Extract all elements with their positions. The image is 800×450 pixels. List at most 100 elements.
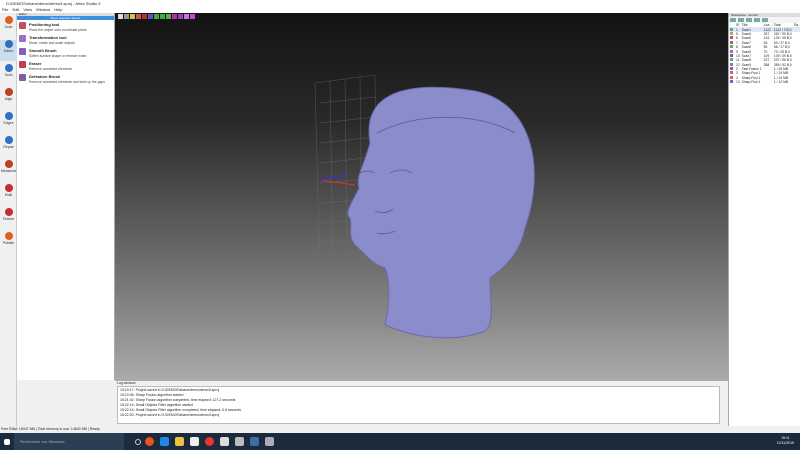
align-icon [4,88,13,96]
axis-z [319,174,346,181]
3d-viewport[interactable] [115,13,728,380]
sidebar-item-label: Align [4,97,13,101]
app-icon[interactable] [235,437,244,446]
visibility-icon[interactable] [730,67,733,71]
toolbar-icon[interactable] [762,18,768,22]
sidebar-item-label: Repair [3,145,14,149]
toolbar-icon[interactable] [738,18,744,22]
measures-icon [4,160,13,168]
tools-icon [4,64,13,72]
sidebar-item-scan[interactable]: Scan [0,16,17,37]
sidebar-item-publish[interactable]: Publish [0,232,17,253]
sidebar-item-tools[interactable]: Tools [0,64,17,85]
workspace-row[interactable]: 13 Sharp Fusi 1 1 / 12 MB [729,80,800,84]
store-icon[interactable] [190,437,199,446]
3d-model[interactable] [115,13,728,380]
visibility-icon[interactable] [730,62,733,66]
sidebar-item-texture[interactable]: Texture [0,208,17,229]
visibility-icon[interactable] [730,40,733,44]
tool-panel: Editor Move selected objects Positioning… [17,13,115,380]
toolbar-icon[interactable] [754,18,760,22]
toolbar-icon[interactable] [746,18,752,22]
file-explorer-icon[interactable] [175,437,184,446]
sidebar-item-measures[interactable]: Measures [0,160,17,181]
row-id: 13 [736,80,740,85]
status-bar: Free RAM: 19447 MB | Total memory in use… [0,426,800,433]
visibility-icon[interactable] [730,49,733,53]
log-window: Log window 15:19:17: Project saved in D:… [115,380,728,426]
visibility-icon[interactable] [730,36,733,40]
tool-item[interactable]: Transformation tool Move, rotate and scal… [17,33,114,46]
sidebar-item-label: Editor [3,49,14,53]
photos-icon[interactable] [220,437,229,446]
visibility-icon[interactable] [730,75,733,79]
log-body[interactable]: 15:19:17: Project saved in D:\DEMOS\shan… [117,386,720,424]
column-header[interactable]: Siz... [793,23,800,27]
row-total: 1 / 12 MB [773,80,789,85]
head-mesh[interactable] [347,86,535,339]
app-icon[interactable] [265,437,274,446]
sidebar-item-repair[interactable]: Repair [0,136,17,157]
sidebar-item-edges[interactable]: Edges [0,112,17,133]
tool-title: Transformation tool [29,35,67,40]
editor-icon [4,40,13,48]
sidebar-item-label: Multi [4,193,13,197]
workspace-row[interactable]: 12 Scan9 358 358 / 92 B,0 [729,62,800,67]
tool-description: Remove unwanted elements [29,67,72,71]
title-bar: D:\DEMOS\shane\demo\demo3.sproj - Artec … [0,0,800,7]
workspace-table: IDTitleLoa...TotalSiz... 1Scan111221122 … [729,23,800,84]
row-total: 56 / 17 B,0 [773,45,790,50]
clock[interactable]: 15:11 12/11/2015 [777,436,794,446]
tool-icon [19,35,26,42]
visibility-icon[interactable] [730,80,733,84]
edge-icon[interactable] [160,437,169,446]
taskbar: Rechercher sur Windows 15:11 12/11/2015 [0,433,800,450]
task-view-icon[interactable] [135,439,141,445]
sidebar-item-label: Texture [2,217,15,221]
menu-help[interactable]: Help [54,7,62,12]
tool-icon [19,48,26,55]
tool-item[interactable]: Eraser Remove unwanted elements [17,59,114,72]
tool-item[interactable]: Positioning tool Place the object onto co… [17,20,114,33]
sidebar-item-multi[interactable]: Multi [0,184,17,205]
tool-icon [19,74,26,81]
menu-window[interactable]: Window [36,7,50,12]
tool-title: Eraser [29,61,42,66]
chrome-icon[interactable] [205,437,214,446]
windows-start-icon[interactable] [4,439,10,445]
tool-title: Defeature Brush [29,74,61,79]
repair-icon [4,136,13,144]
visibility-icon[interactable] [730,71,733,75]
tool-description: Place the object onto coordinate plane [29,28,87,32]
date: 12/11/2015 [776,441,794,445]
artec-studio-icon[interactable] [250,437,259,446]
tool-icon [19,22,26,29]
menu-file[interactable]: File [2,7,8,12]
tool-description: Remove unwanted elements and stick up th… [29,80,105,84]
firefox-icon[interactable] [145,437,154,446]
visibility-icon[interactable] [730,58,733,62]
left-toolbar: Scan Editor Tools Align Edges Repair Measures M… [0,13,17,426]
tool-description: Move, rotate and scale objects [29,41,75,45]
search-box[interactable]: Rechercher sur Windows [14,433,124,450]
edges-icon [4,112,13,120]
row-total: 237 / 96 B,0 [773,58,792,63]
row-loaded [763,80,773,84]
sidebar-item-editor[interactable]: Editor [0,40,17,61]
scan-icon [4,16,13,24]
sidebar-item-label: Tools [4,73,13,77]
column-header[interactable]: Loa... [763,23,773,27]
visibility-icon[interactable] [730,27,733,31]
tool-title: Positioning tool [29,22,60,27]
texture-icon [4,208,13,216]
tool-item[interactable]: Smooth Brush Soften surface shape or remo… [17,46,114,59]
workspace-panel: Workspace - demo3 ID Title Loa... Total Siz.… [728,13,800,426]
toolbar-icon[interactable] [730,18,736,22]
tool-icon [19,61,26,68]
tool-item[interactable]: Defeature Brush Remove unwanted elements … [17,72,114,85]
sidebar-item-align[interactable]: Align [0,88,17,109]
visibility-icon[interactable] [730,31,733,35]
visibility-icon[interactable] [730,45,733,49]
visibility-icon[interactable] [730,53,733,57]
sidebar-item-label: Measures [0,169,17,173]
